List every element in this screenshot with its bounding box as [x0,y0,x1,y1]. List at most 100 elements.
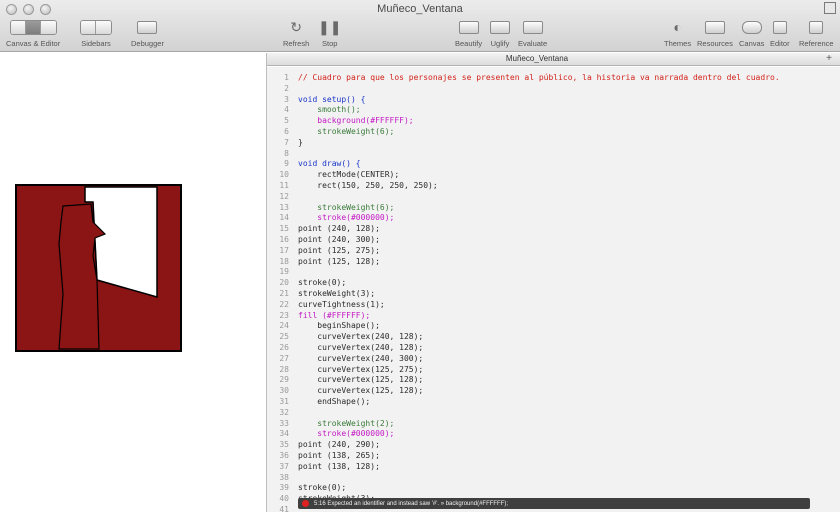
line-number: 33 [279,418,289,428]
line-number: 37 [279,461,289,471]
code-text: curveVertex(240, 128); [298,332,424,342]
beautify-button[interactable]: Beautify [455,18,482,48]
code-text: point (138, 265); [298,451,380,460]
error-message: 5:16 Expected an identifier and instead … [314,500,509,507]
code-line[interactable]: 23 fill (#FFFFFF); [267,311,840,321]
evaluate-button[interactable]: Evaluate [518,18,547,48]
code-line[interactable]: 30 curveVertex(125, 128); [267,386,840,396]
line-number: 18 [279,256,289,266]
beautify-icon [458,20,479,34]
code-line[interactable]: 11 rect(150, 250, 250, 250); [267,181,840,191]
code-line[interactable]: 36 point (138, 265); [267,451,840,461]
code-line[interactable]: 22 curveTightness(1); [267,300,840,310]
code-line[interactable]: 21 strokeWeight(3); [267,289,840,299]
code-line[interactable]: 18 point (125, 128); [267,257,840,267]
code-text: background(#FFFFFF); [298,116,414,126]
code-line[interactable]: 4 smooth(); [267,105,840,115]
code-text: void draw() { [298,159,361,169]
code-text: smooth(); [298,105,361,115]
code-line[interactable]: 26 curveVertex(240, 128); [267,343,840,353]
code-line[interactable]: 16 point (240, 300); [267,235,840,245]
debugger-button[interactable]: Debugger [131,18,164,48]
code-line[interactable]: 2 [267,84,840,94]
resources-icon [704,20,725,34]
tab-munieco-ventana[interactable]: Muñeco_Ventana [267,53,807,65]
line-number: 36 [279,451,289,460]
line-number: 9 [284,159,289,169]
code-line[interactable]: 12 [267,192,840,202]
code-text: stroke(#000000); [298,213,395,223]
code-text: stroke(0); [298,483,347,493]
code-line[interactable]: 34 stroke(#000000); [267,429,840,439]
code-line[interactable]: 35 point (240, 290); [267,440,840,450]
code-line[interactable]: 25 curveVertex(240, 128); [267,332,840,342]
resources-button[interactable]: Resources [697,18,733,48]
uglify-button[interactable]: Uglify [490,18,510,48]
code-line[interactable]: 24 beginShape(); [267,321,840,331]
code-line[interactable]: 8 [267,149,840,159]
code-line[interactable]: 13 strokeWeight(6); [267,203,840,213]
canvas-button[interactable]: Canvas [739,18,764,48]
add-tab-button[interactable]: + [826,53,832,65]
code-text: curveVertex(125, 128); [298,375,424,385]
code-line[interactable]: 1 // Cuadro para que los personajes se pr… [267,73,840,83]
error-bar[interactable]: 5:16 Expected an identifier and instead … [298,498,810,509]
code-line[interactable]: 6 strokeWeight(6); [267,127,840,137]
code-line[interactable]: 14 stroke(#000000); [267,213,840,223]
themes-button[interactable]: ◐ Themes [664,18,691,48]
line-number: 29 [279,375,289,385]
code-text: curveVertex(240, 300); [298,353,424,363]
reference-button[interactable]: Reference [799,18,834,48]
code-line[interactable]: 9 void draw() { [267,159,840,169]
code-text: stroke(0); [298,278,347,288]
code-line[interactable]: 7} [267,138,840,148]
line-number: 24 [279,321,289,331]
code-text: point (240, 290); [298,440,380,450]
line-number: 13 [279,202,289,212]
line-number: 31 [279,397,289,406]
code-line[interactable]: 10 rectMode(CENTER); [267,170,840,180]
window-title: Muñeco_Ventana [377,3,463,15]
code-text: void setup() { [298,94,366,104]
line-number: 11 [279,181,289,190]
code-line[interactable]: 31 endShape(); [267,397,840,407]
line-number: 41 [279,505,289,512]
code-line[interactable]: 33 strokeWeight(2); [267,419,840,429]
code-text: curveTightness(1); [298,299,385,309]
line-number: 6 [284,127,289,136]
refresh-button[interactable]: ↻ Refresh [283,18,309,48]
code-text: rectMode(CENTER); [298,170,400,180]
code-line[interactable]: 38 [267,473,840,483]
code-line[interactable]: 19 [267,267,840,277]
code-line[interactable]: 27 curveVertex(240, 300); [267,354,840,364]
code-line[interactable]: 39 stroke(0); [267,483,840,493]
canvas-editor-button[interactable]: Canvas & Editor [6,18,60,48]
line-number: 22 [279,299,289,309]
code-line[interactable]: 17 point (125, 275); [267,246,840,256]
code-line[interactable]: 28 curveVertex(125, 275); [267,365,840,375]
line-number: 30 [279,386,289,396]
line-number: 28 [279,364,289,374]
code-line[interactable]: 37 point (138, 128); [267,462,840,472]
sidebars-button[interactable]: Sidebars [80,18,112,48]
code-line[interactable]: 20 stroke(0); [267,278,840,288]
line-number: 35 [279,440,289,450]
code-line[interactable]: 5 background(#FFFFFF); [267,116,840,126]
line-number: 38 [279,472,289,482]
code-line[interactable]: 15 point (240, 128); [267,224,840,234]
tab-bar: Muñeco_Ventana + [267,53,840,66]
canvas-icon [741,20,762,34]
code-line[interactable]: 32 [267,408,840,418]
sketch-canvas [15,184,182,352]
line-number: 40 [279,494,289,504]
code-line[interactable]: 29 curveVertex(125, 128); [267,375,840,385]
code-editor[interactable]: 1 // Cuadro para que los personajes se pr… [267,67,840,512]
fullscreen-icon[interactable] [824,2,836,14]
code-line[interactable]: 3 void setup() { [267,95,840,105]
line-number: 12 [279,191,289,201]
editor-button[interactable]: Editor [770,18,790,48]
sidebars-segment-icon [80,19,112,35]
code-text: beginShape(); [298,321,380,331]
pause-icon: ❚❚ [318,19,342,35]
stop-button[interactable]: ❚❚ Stop [318,18,341,48]
